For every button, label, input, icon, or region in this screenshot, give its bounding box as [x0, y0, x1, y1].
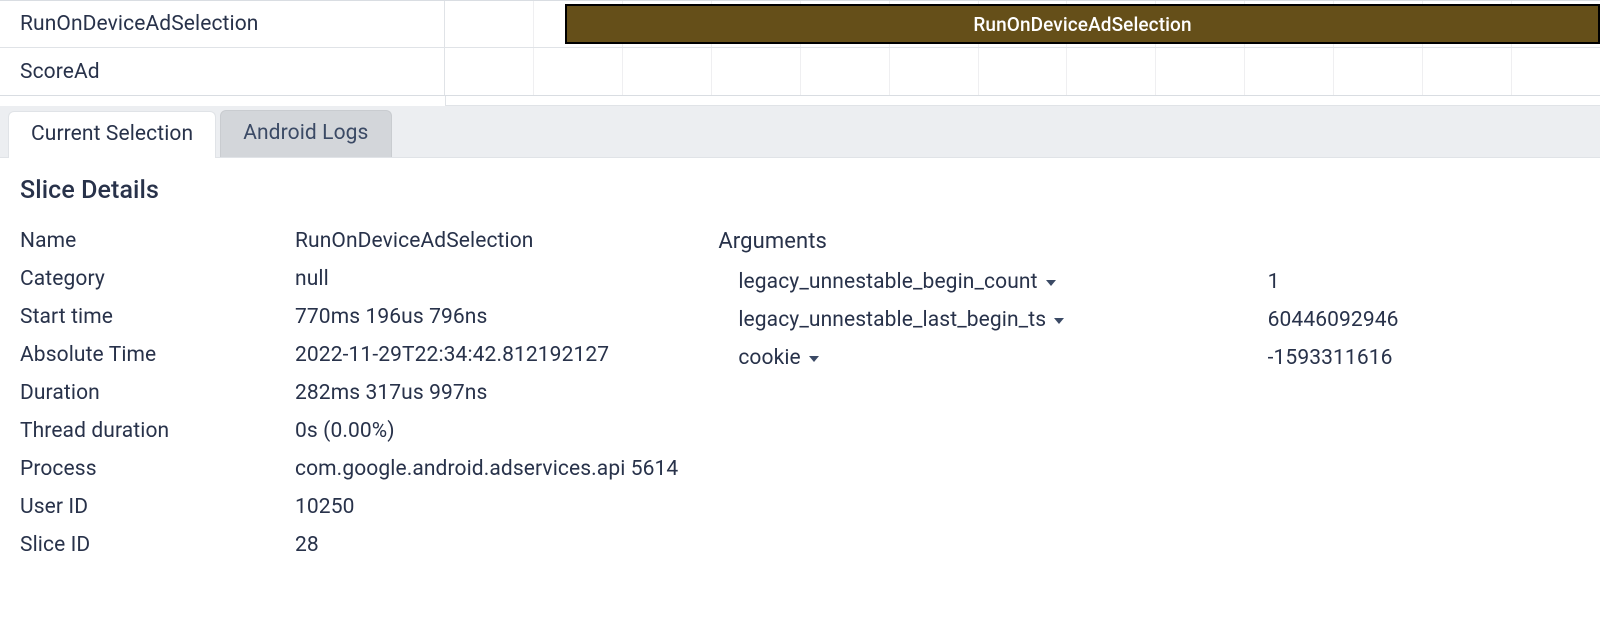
- argument-key[interactable]: legacy_unnestable_begin_count: [738, 270, 1245, 294]
- argument-key[interactable]: legacy_unnestable_last_begin_ts: [738, 308, 1245, 332]
- tab-current-selection[interactable]: Current Selection: [8, 111, 216, 158]
- value-thread-duration: 0s (0.00%): [295, 419, 678, 443]
- chevron-down-icon: [809, 356, 819, 362]
- chevron-down-icon: [1046, 280, 1056, 286]
- slice-details-table: Name RunOnDeviceAdSelection Category nul…: [20, 229, 678, 557]
- label-absolute-time: Absolute Time: [20, 343, 295, 367]
- track-row-run-on-device-ad-selection: RunOnDeviceAdSelection RunOnDeviceAdSele…: [0, 1, 1600, 48]
- label-process: Process: [20, 457, 295, 481]
- argument-value: 60446092946: [1268, 308, 1580, 332]
- trace-tracks: RunOnDeviceAdSelection RunOnDeviceAdSele…: [0, 0, 1600, 96]
- value-duration: 282ms 317us 997ns: [295, 381, 678, 405]
- slice-details-heading: Slice Details: [20, 176, 1580, 205]
- label-slice-id: Slice ID: [20, 533, 295, 557]
- track-footer: [445, 96, 1600, 106]
- track-label[interactable]: ScoreAd: [0, 48, 445, 95]
- argument-value: 1: [1268, 270, 1580, 294]
- label-duration: Duration: [20, 381, 295, 405]
- argument-key-text: legacy_unnestable_last_begin_ts: [738, 308, 1046, 332]
- argument-key[interactable]: cookie: [738, 346, 1245, 370]
- value-user-id: 10250: [295, 495, 678, 519]
- value-absolute-time: 2022-11-29T22:34:42.812192127: [295, 343, 678, 367]
- argument-key-text: cookie: [738, 346, 800, 370]
- timeline-grid: [445, 48, 1600, 95]
- value-slice-id: 28: [295, 533, 678, 557]
- value-start-time: 770ms 196us 796ns: [295, 305, 678, 329]
- slice-details-panel: Slice Details Name RunOnDeviceAdSelectio…: [0, 158, 1600, 575]
- label-category: Category: [20, 267, 295, 291]
- arguments-panel: Arguments legacy_unnestable_begin_count …: [718, 229, 1580, 557]
- arguments-heading: Arguments: [718, 229, 1580, 254]
- value-process: com.google.android.adservices.api 5614: [295, 457, 678, 481]
- label-user-id: User ID: [20, 495, 295, 519]
- track-label[interactable]: RunOnDeviceAdSelection: [0, 1, 445, 47]
- track-timeline[interactable]: RunOnDeviceAdSelection: [445, 1, 1600, 47]
- tab-android-logs[interactable]: Android Logs: [220, 110, 391, 157]
- track-timeline[interactable]: [445, 48, 1600, 95]
- slice-bar-run-on-device-ad-selection[interactable]: RunOnDeviceAdSelection: [565, 4, 1600, 44]
- details-tabstrip: Current Selection Android Logs: [0, 106, 1600, 158]
- label-name: Name: [20, 229, 295, 253]
- chevron-down-icon: [1054, 318, 1064, 324]
- track-row-score-ad: ScoreAd: [0, 48, 1600, 95]
- label-thread-duration: Thread duration: [20, 419, 295, 443]
- argument-value: -1593311616: [1268, 346, 1580, 370]
- argument-key-text: legacy_unnestable_begin_count: [738, 270, 1037, 294]
- value-name: RunOnDeviceAdSelection: [295, 229, 678, 253]
- value-category: null: [295, 267, 678, 291]
- label-start-time: Start time: [20, 305, 295, 329]
